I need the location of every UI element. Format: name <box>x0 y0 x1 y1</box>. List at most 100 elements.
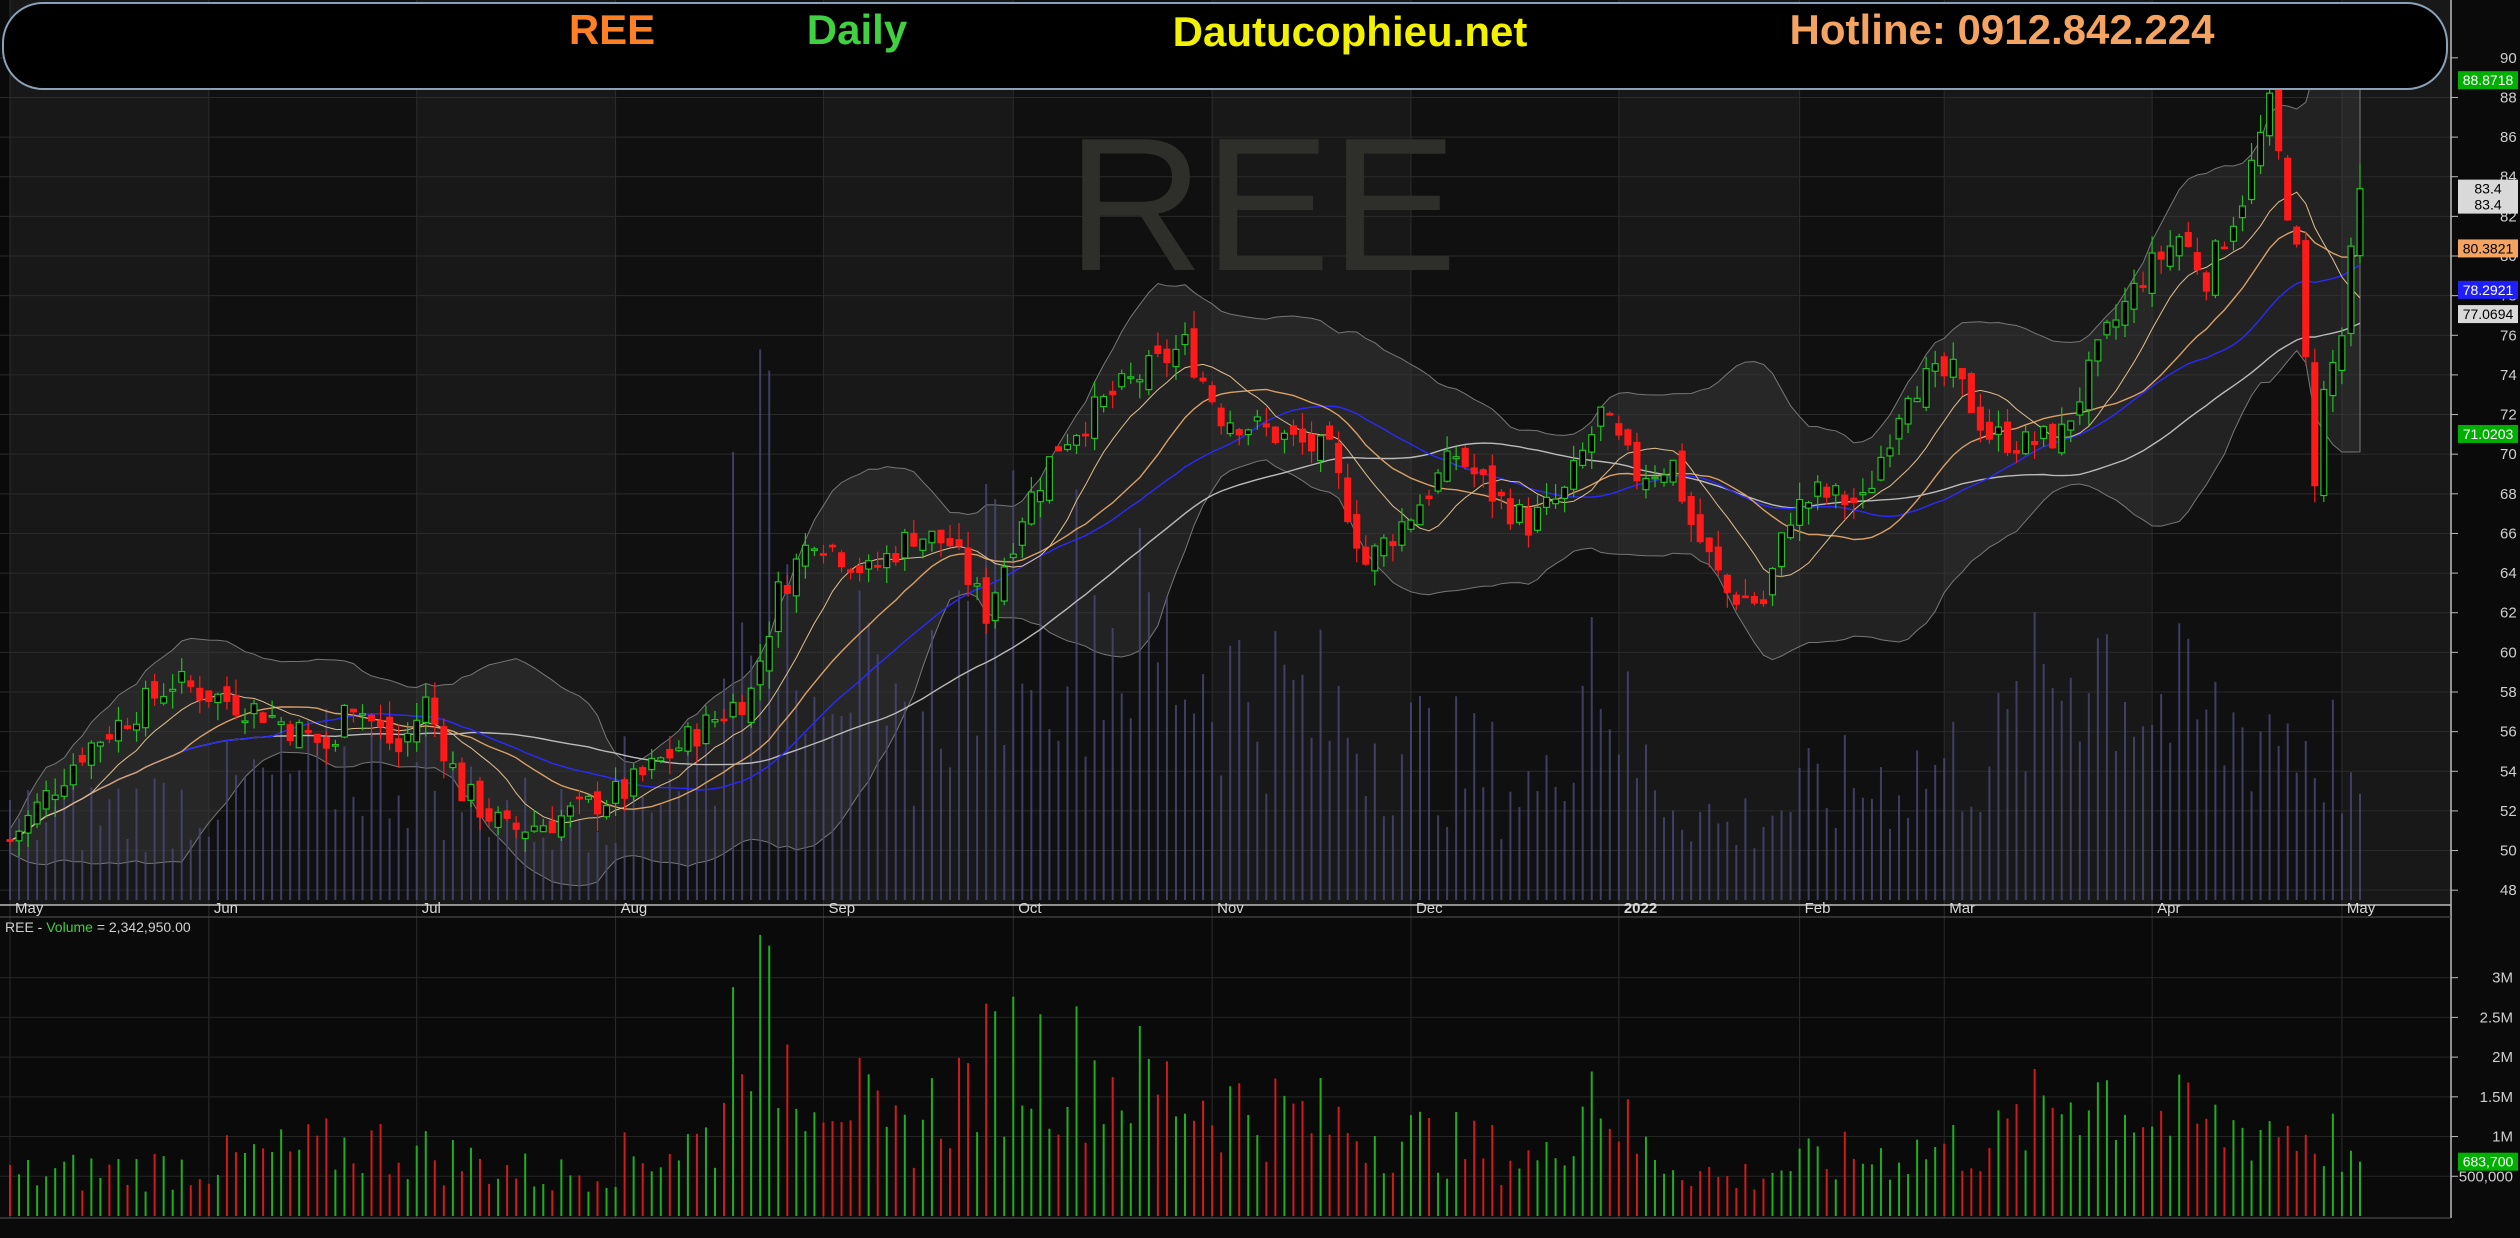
candle-body <box>946 538 954 547</box>
candle-body <box>422 696 430 724</box>
candle-body <box>1018 521 1026 546</box>
candle-body <box>2166 245 2174 267</box>
candle-body <box>2211 240 2219 296</box>
candle-body <box>2076 401 2084 416</box>
candle-body <box>1253 416 1261 422</box>
volume-label: REE - Volume = 2,342,950.00 <box>5 919 191 935</box>
candle-body <box>1199 377 1207 382</box>
candle-body <box>928 530 936 544</box>
candle-body <box>2003 421 2012 453</box>
candle-body <box>521 831 529 840</box>
candle-body <box>2175 236 2183 257</box>
candle-body <box>6 839 14 842</box>
candle-body <box>1814 481 1822 497</box>
candle-body <box>964 547 972 585</box>
month-label: Feb <box>1805 900 1831 917</box>
candle-body <box>1832 485 1840 496</box>
volume-tick-label: 1M <box>2492 1129 2513 1146</box>
candle-body <box>241 720 249 724</box>
candle-body <box>1289 425 1297 435</box>
candle-body <box>2013 450 2021 454</box>
candle-body <box>1091 396 1099 439</box>
month-label: 2022 <box>1624 900 1657 917</box>
candle-body <box>1524 508 1532 536</box>
month-label: May <box>15 900 44 917</box>
candle-body <box>169 688 177 692</box>
candle-body <box>250 703 258 715</box>
candle-body <box>2329 361 2337 397</box>
candle-body <box>1416 504 1424 526</box>
candle-body <box>1994 426 2002 435</box>
candle-body <box>738 702 746 716</box>
candle-body <box>1226 422 1234 435</box>
candle-body <box>1687 495 1695 525</box>
volume-tick-label: 1.5M <box>2480 1089 2513 1106</box>
candle-body <box>1398 521 1406 546</box>
candle-body <box>1660 474 1668 483</box>
candle-body <box>1109 390 1117 396</box>
candle-body <box>268 714 276 718</box>
candle-body <box>1082 433 1090 437</box>
candle-body <box>747 687 755 723</box>
candle-body <box>1669 459 1677 483</box>
candle-body <box>1163 348 1171 364</box>
candle-body <box>2103 321 2111 336</box>
candle-body <box>2067 420 2075 431</box>
volume-tick-label: 500,000 <box>2459 1168 2513 1185</box>
candle-body <box>530 825 538 832</box>
candle-body <box>901 531 909 559</box>
candle-body <box>575 796 583 800</box>
candle-body <box>431 697 439 725</box>
candle-body <box>1895 417 1903 440</box>
candle-body <box>1000 566 1008 602</box>
candle-body <box>1714 546 1722 571</box>
candle-body <box>756 660 764 686</box>
candle-body <box>1172 348 1180 368</box>
candle-body <box>232 694 240 716</box>
candle-body <box>603 805 611 818</box>
price-badge-text: 77.0694 <box>2463 306 2514 322</box>
price-tick-label: 52 <box>2500 803 2517 820</box>
candle-body <box>566 805 574 817</box>
candle-body <box>1100 395 1108 408</box>
candle-body <box>295 721 303 749</box>
stock-chart: REE REE Daily Dautucophieu.net Hotline: … <box>0 0 2520 1238</box>
candle-body <box>96 741 104 747</box>
candle-body <box>1705 537 1713 553</box>
candle-body <box>937 529 945 544</box>
candle-body <box>621 779 629 799</box>
candle-body <box>2094 339 2102 362</box>
month-label: Sep <box>828 900 855 917</box>
candle-body <box>368 714 376 722</box>
candle-body <box>657 757 665 762</box>
candle-body <box>1154 345 1162 354</box>
ticker-watermark: REE <box>1067 99 1458 311</box>
candle-body <box>548 820 556 834</box>
candle-body <box>1877 456 1885 481</box>
candle-body <box>1949 358 1957 378</box>
candle-body <box>286 724 294 742</box>
candle-body <box>2022 431 2030 455</box>
candle-body <box>1886 447 1894 457</box>
candle-body <box>2347 245 2355 335</box>
candle-body <box>413 719 421 743</box>
chart-stage: REE REE Daily Dautucophieu.net Hotline: … <box>0 0 2520 1238</box>
candle-body <box>1443 450 1451 482</box>
candle-body <box>1533 506 1542 531</box>
candle-body <box>2284 157 2292 221</box>
candle-body <box>1651 476 1659 480</box>
candle-body <box>702 714 710 745</box>
candle-body <box>133 723 141 731</box>
candle-body <box>593 791 602 815</box>
candle-body <box>1335 442 1343 473</box>
candle-body <box>1425 495 1433 500</box>
candle-body <box>1778 532 1786 568</box>
candle-body <box>883 552 891 569</box>
volume-label-prefix: REE - <box>5 919 46 935</box>
candle-body <box>78 754 86 763</box>
candle-body <box>331 743 339 747</box>
candle-body <box>1407 519 1415 530</box>
price-tick-label: 66 <box>2500 525 2517 542</box>
candle-body <box>1434 472 1442 492</box>
candle-body <box>2202 272 2210 292</box>
